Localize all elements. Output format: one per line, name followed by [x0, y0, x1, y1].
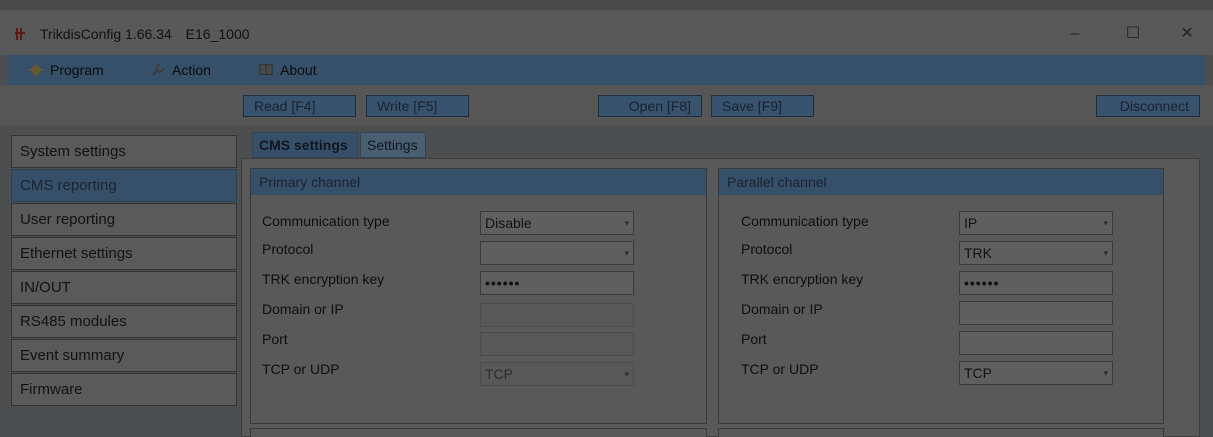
sidebar-item-rs485-modules[interactable]: RS485 modules: [11, 305, 237, 338]
parallel-tcp-udp-label: TCP or UDP: [741, 361, 819, 377]
parallel-channel-title: Parallel channel: [719, 169, 1163, 195]
write-button[interactable]: Write [F5]: [366, 95, 469, 117]
parallel-protocol-value: TRK: [964, 245, 992, 261]
primary-port-input: [480, 332, 634, 356]
menu-bar: Program Action About: [8, 55, 1205, 85]
chevron-down-icon: ▾: [624, 369, 629, 379]
title-bar: TrikdisConfig 1.66.34 E16_1000 – ☐ ✕: [0, 0, 1213, 55]
chevron-down-icon: ▾: [1103, 368, 1108, 378]
chevron-down-icon: ▾: [624, 218, 629, 228]
parallel-domain-input[interactable]: [959, 301, 1113, 325]
chevron-down-icon: ▾: [1103, 248, 1108, 258]
primary-comm-type-select[interactable]: Disable ▾: [480, 211, 634, 235]
primary-comm-type-label: Communication type: [262, 213, 390, 229]
lower-left-panel: [250, 428, 707, 437]
menu-program-label: Program: [50, 62, 104, 78]
primary-enc-key-input[interactable]: ••••••: [480, 271, 634, 295]
book-icon: [259, 64, 273, 75]
maximize-button[interactable]: ☐: [1118, 22, 1148, 46]
read-button[interactable]: Read [F4]: [243, 95, 356, 117]
menu-action[interactable]: Action: [150, 59, 211, 81]
chevron-down-icon: ▾: [1103, 218, 1108, 228]
tab-settings[interactable]: Settings: [360, 132, 426, 158]
parallel-comm-type-select[interactable]: IP ▾: [959, 211, 1113, 235]
primary-channel-title: Primary channel: [251, 169, 706, 195]
primary-tcp-udp-label: TCP or UDP: [262, 361, 340, 377]
primary-tcp-udp-value: TCP: [485, 366, 513, 382]
open-button[interactable]: Open [F8]: [598, 95, 702, 117]
menu-about[interactable]: About: [258, 59, 317, 81]
primary-domain-label: Domain or IP: [262, 301, 344, 317]
parallel-port-input[interactable]: [959, 331, 1113, 355]
sidebar-item-firmware[interactable]: Firmware: [11, 373, 237, 406]
parallel-channel-panel: Parallel channel Communication type IP ▾…: [718, 168, 1164, 424]
sidebar-item-ethernet-settings[interactable]: Ethernet settings: [11, 237, 237, 270]
trikdis-app-icon: [15, 28, 25, 40]
primary-protocol-label: Protocol: [262, 241, 314, 257]
parallel-comm-type-value: IP: [964, 215, 978, 231]
sidebar: System settings CMS reporting User repor…: [11, 135, 237, 437]
primary-port-label: Port: [262, 331, 288, 347]
sidebar-item-cms-reporting[interactable]: CMS reporting: [11, 169, 237, 202]
primary-comm-type-value: Disable: [485, 215, 532, 231]
primary-channel-panel: Primary channel Communication type Disab…: [250, 168, 707, 424]
primary-domain-input: [480, 303, 634, 327]
parallel-port-label: Port: [741, 331, 767, 347]
menu-action-label: Action: [172, 62, 211, 78]
window-title: TrikdisConfig 1.66.34 E16_1000: [40, 26, 260, 42]
close-button[interactable]: ✕: [1172, 22, 1202, 46]
parallel-tcp-udp-select[interactable]: TCP ▾: [959, 361, 1113, 385]
sidebar-item-system-settings[interactable]: System settings: [11, 135, 237, 168]
parallel-enc-key-label: TRK encryption key: [741, 271, 864, 287]
minimize-button[interactable]: –: [1060, 22, 1090, 46]
toolbar: Read [F4] Write [F5] Open [F8] Save [F9]…: [0, 85, 1213, 125]
parallel-protocol-label: Protocol: [741, 241, 793, 257]
sidebar-item-in-out[interactable]: IN/OUT: [11, 271, 237, 304]
menu-program[interactable]: Program: [28, 59, 104, 81]
parallel-comm-type-label: Communication type: [741, 213, 869, 229]
primary-tcp-udp-select: TCP ▾: [480, 362, 634, 386]
sidebar-item-event-summary[interactable]: Event summary: [11, 339, 237, 372]
gear-icon: [29, 63, 43, 77]
disconnect-button[interactable]: Disconnect: [1096, 95, 1200, 117]
primary-protocol-select[interactable]: ▾: [480, 241, 634, 265]
chevron-down-icon: ▾: [624, 248, 629, 258]
parallel-domain-label: Domain or IP: [741, 301, 823, 317]
menu-about-label: About: [280, 62, 317, 78]
wrench-icon: [152, 63, 165, 76]
parallel-enc-key-input[interactable]: ••••••: [959, 271, 1113, 295]
sidebar-item-user-reporting[interactable]: User reporting: [11, 203, 237, 236]
parallel-tcp-udp-value: TCP: [964, 365, 992, 381]
save-button[interactable]: Save [F9]: [711, 95, 814, 117]
tab-cms-settings[interactable]: CMS settings: [252, 132, 358, 158]
lower-right-panel: [718, 428, 1164, 437]
app-title: TrikdisConfig 1.66.34: [40, 26, 172, 42]
device-name: E16_1000: [185, 26, 250, 42]
primary-enc-key-label: TRK encryption key: [262, 271, 385, 287]
parallel-protocol-select[interactable]: TRK ▾: [959, 241, 1113, 265]
